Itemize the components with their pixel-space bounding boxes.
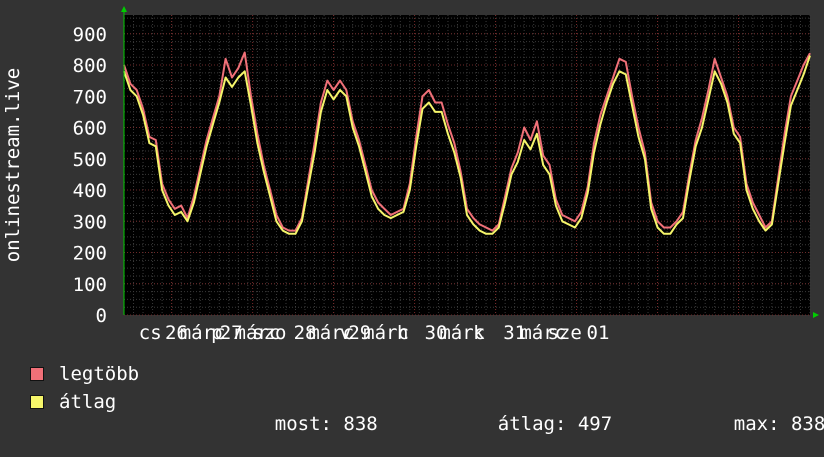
y-tick-label: 900 bbox=[73, 24, 107, 46]
y-tick-label: 100 bbox=[73, 274, 107, 296]
y-tick-label: 400 bbox=[73, 180, 107, 202]
legend-swatch-max bbox=[30, 367, 44, 381]
legend-item-avg: átlag bbox=[30, 390, 116, 414]
x-tick-label: sze bbox=[547, 322, 581, 344]
legend-label-max: legtöbb bbox=[59, 363, 140, 385]
stat-atlag-label: átlag: bbox=[497, 413, 567, 435]
y-axis-arrow-icon bbox=[121, 6, 127, 12]
legend-label-avg: átlag bbox=[59, 391, 117, 413]
x-tick-label: 01 bbox=[587, 322, 610, 344]
y-tick-label: 700 bbox=[73, 86, 107, 108]
x-axis-arrow-icon bbox=[813, 312, 819, 318]
y-tick-label: 200 bbox=[73, 243, 107, 265]
stat-max-value: 838 bbox=[790, 413, 824, 435]
stat-most-value: 838 bbox=[343, 413, 378, 435]
y-tick-label: 0 bbox=[96, 305, 107, 327]
x-tick-label: cs bbox=[139, 322, 162, 344]
stat-atlag: átlag: 497 bbox=[452, 391, 612, 457]
stat-max: max: 838 bbox=[688, 391, 824, 457]
y-tick-label: 600 bbox=[73, 118, 107, 140]
y-tick-label: 500 bbox=[73, 149, 107, 171]
x-tick-label: szo bbox=[252, 322, 286, 344]
legend: legtöbb átlag most: 838 átlag: 497 max: … bbox=[0, 360, 824, 435]
legend-swatch-avg bbox=[30, 395, 44, 409]
y-tick-label: 300 bbox=[73, 211, 107, 233]
y-axis-label: onlinestream.live bbox=[2, 68, 24, 262]
stat-most: most: 838 bbox=[229, 391, 378, 457]
y-tick-label: 800 bbox=[73, 55, 107, 77]
stat-most-label: most: bbox=[274, 413, 332, 435]
legend-item-max: legtöbb bbox=[30, 362, 139, 386]
stat-atlag-value: 497 bbox=[577, 413, 613, 435]
x-tick-label: h bbox=[397, 322, 408, 344]
x-axis-ticks: cs 26márcp27márcszo 28márcv29márch 30márck 3… bbox=[139, 322, 610, 344]
stat-max-label: max: bbox=[733, 413, 780, 435]
x-tick-label: k bbox=[473, 322, 485, 344]
